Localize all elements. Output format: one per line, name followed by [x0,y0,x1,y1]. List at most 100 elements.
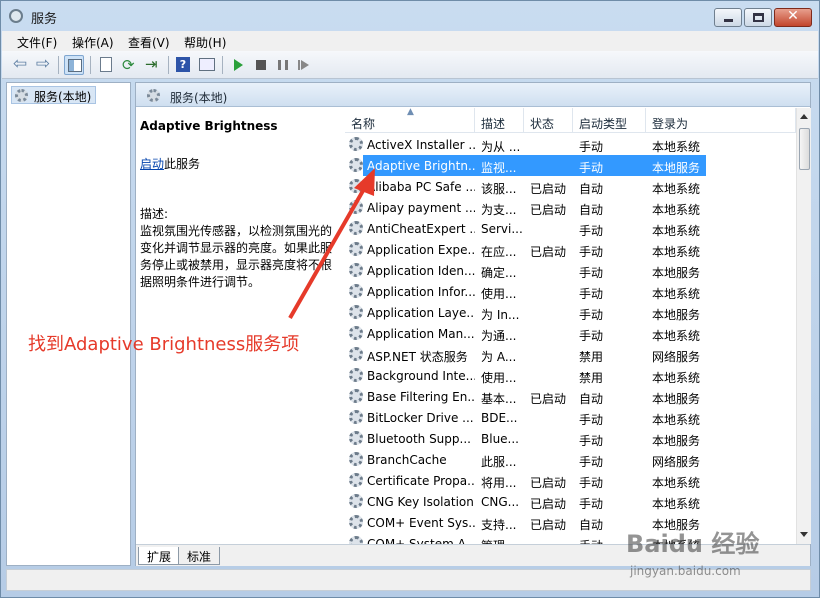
scroll-thumb[interactable] [799,128,810,170]
gear-icon [349,515,363,529]
column-header-logon-as[interactable]: 登录为 [646,108,796,133]
service-startup-type: 手动 [579,308,604,322]
table-row[interactable]: Alibaba PC Safe ... 该服... 已启动 自动 本地系统 [345,176,795,197]
service-description: 为支... [481,203,517,217]
properties-list-button[interactable] [96,55,116,75]
service-logon-as: 本地系统 [652,224,701,238]
annotation-arrow [288,168,375,319]
service-status: 已启动 [530,203,567,217]
service-name: BranchCache [367,453,447,467]
service-startup-type: 手动 [579,245,604,259]
table-row[interactable]: Application Man... 为通... 手动 本地系统 [345,323,795,344]
table-row[interactable]: Application Infor... 使用... 手动 本地系统 [345,281,795,302]
start-service-button[interactable] [229,55,249,75]
menu-action[interactable]: 操作(A) [72,34,114,51]
table-row[interactable]: BranchCache 此服... 手动 网络服务 [345,449,795,470]
start-service-link[interactable]: 启动 [140,157,164,171]
column-header-description[interactable]: 描述 [475,108,524,133]
service-startup-type: 手动 [579,476,604,490]
service-logon-as: 本地服务 [652,392,701,406]
vertical-scrollbar[interactable] [796,108,811,544]
sort-ascending-icon: ▲ [407,108,414,117]
tab-standard[interactable]: 标准 [178,547,221,565]
table-row[interactable]: ActiveX Installer ... 为从 ... 手动 本地系统 [345,134,795,155]
service-logon-as: 本地系统 [652,245,701,259]
toolbar-separator [58,56,59,74]
service-status: 已启动 [530,182,567,196]
maximize-button[interactable] [744,8,772,27]
table-row[interactable]: CNG Key Isolation CNG... 已启动 手动 本地系统 [345,491,795,512]
table-row[interactable]: Bluetooth Supp... Blue... 手动 本地服务 [345,428,795,449]
service-startup-type: 自动 [579,392,604,406]
tree-item-label: 服务(本地) [34,90,92,104]
service-description: 为通... [481,329,517,343]
service-logon-as: 本地系统 [652,203,701,217]
service-startup-type: 手动 [579,287,604,301]
service-name: Base Filtering En... [367,390,475,404]
document-icon [100,57,112,72]
stop-service-button[interactable] [251,55,271,75]
export-list-button[interactable]: ⇥ [143,55,163,75]
table-row[interactable]: Base Filtering En... 基本... 已启动 自动 本地服务 [345,386,795,407]
gear-icon [349,473,363,487]
show-action-pane-button[interactable] [197,55,217,75]
help-icon: ? [176,57,190,72]
service-logon-as: 本地系统 [652,476,701,490]
table-row[interactable]: Certificate Propa... 将用... 已启动 手动 本地系统 [345,470,795,491]
action-pane-icon [199,58,215,71]
service-name: COM+ Event Sys... [367,516,475,530]
service-description: 在应... [481,245,517,259]
title-bar[interactable]: 服务 ✕ [1,1,819,31]
help-button[interactable]: ? [173,55,193,75]
table-row[interactable]: ASP.NET 状态服务为 A... 禁用 网络服务 [345,344,795,365]
menu-file[interactable]: 文件(F) [17,34,57,51]
table-row[interactable]: Application Expe... 在应... 已启动 手动 本地系统 [345,239,795,260]
forward-arrow-icon[interactable]: ⇨ [33,55,53,75]
maximize-icon [753,13,764,22]
column-header-startup-type[interactable]: 启动类型 [573,108,646,133]
column-header-label: 登录为 [652,117,689,131]
gear-icon [349,410,363,424]
play-icon [234,59,243,71]
restart-icon [298,60,309,70]
table-row[interactable]: Background Inte... 使用... 禁用 本地系统 [345,365,795,386]
service-description: Servi... [481,222,523,236]
export-icon: ⇥ [145,55,158,73]
service-status: 已启动 [530,476,567,490]
service-logon-as: 本地系统 [652,329,701,343]
table-row[interactable]: Application Iden... 确定... 手动 本地服务 [345,260,795,281]
service-description: 为 A... [481,350,517,364]
service-description: 管理... [481,537,523,544]
selected-service-name: Adaptive Brightness [140,119,278,133]
menu-view[interactable]: 查看(V) [128,34,170,51]
table-row[interactable]: Adaptive Brightn... 监视... 手动 本地服务 [345,155,795,176]
table-row[interactable]: Application Laye... 为 In... 手动 本地服务 [345,302,795,323]
service-description: 使用... [481,371,517,385]
service-description: 该服... [481,182,517,196]
gear-icon [15,89,28,102]
pause-service-button[interactable] [273,55,293,75]
show-hide-console-tree-button[interactable] [64,55,84,75]
services-list[interactable]: 名称 ▲ 描述 状态 启动类型 登录为 ActiveX Installer ...… [345,108,811,544]
start-service-suffix: 此服务 [164,157,201,171]
back-arrow-icon[interactable]: ⇦ [10,55,30,75]
menu-help[interactable]: 帮助(H) [184,34,226,51]
table-row[interactable]: BitLocker Drive ... BDE... 手动 本地系统 [345,407,795,428]
service-logon-as: 网络服务 [652,455,701,469]
watermark-url: jingyan.baidu.com [630,564,741,578]
refresh-button[interactable]: ⟳ [120,55,140,75]
column-header-status[interactable]: 状态 [524,108,573,133]
scroll-up-icon[interactable] [800,114,808,119]
restart-service-button[interactable] [297,55,317,75]
table-row[interactable]: AntiCheatExpert ... Servi... 手动 本地系统 [345,218,795,239]
close-button[interactable]: ✕ [774,8,812,27]
minimize-button[interactable] [714,8,742,27]
tab-extended[interactable]: 扩展 [138,547,181,565]
service-name: Certificate Propa... [367,474,475,488]
service-description: 为从 ... [481,140,521,154]
gear-icon [349,368,363,382]
tree-item-services-local[interactable]: 服务(本地) [11,86,97,104]
gear-icon [349,431,363,445]
column-header-name[interactable]: 名称 ▲ [345,108,475,133]
table-row[interactable]: Alipay payment ... 为支... 已启动 自动 本地系统 [345,197,795,218]
